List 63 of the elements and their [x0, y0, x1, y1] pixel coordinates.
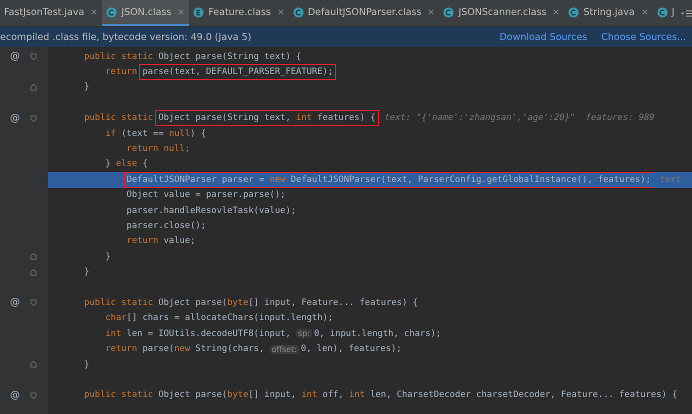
- code-text: return null;: [126, 144, 190, 154]
- code-text: }: [83, 82, 90, 92]
- close-icon[interactable]: [278, 9, 284, 15]
- code-text: public static: [83, 113, 154, 124]
- fold-icon[interactable]: [30, 84, 37, 91]
- fold-icon[interactable]: [30, 392, 37, 399]
- code-text: return parse(new String(chars,: [104, 344, 266, 354]
- notice-text: ecompiled .class file, bytecode version: 49.0 (Java 5): [0, 32, 252, 42]
- override-marker: @: [9, 297, 21, 308]
- code-text: return: [104, 67, 138, 78]
- code-text: if (text == null) {: [104, 128, 206, 139]
- fold-icon[interactable]: [30, 361, 37, 368]
- code-text: }: [83, 360, 90, 370]
- fold-icon[interactable]: [30, 53, 37, 60]
- editor-tab[interactable]: String.java: [564, 0, 653, 26]
- tab-list-icon[interactable]: [680, 8, 692, 18]
- code-text: char[] chars = allocateChars(input.length);: [104, 313, 334, 324]
- file-type-icon: [656, 6, 668, 18]
- code-text: return value;: [126, 236, 196, 246]
- code-text: Object value = parser.parse();: [126, 190, 286, 200]
- override-marker: @: [9, 112, 21, 124]
- code-text: parser.handleResovleTask(value);: [126, 206, 296, 216]
- highlight-box: DefaultJSONParser parser = new DefaultJSONParser(text, ParserConfig.getGlobalInstance(), features);: [126, 174, 651, 185]
- override-marker: @: [9, 51, 21, 62]
- file-type-icon: [292, 6, 304, 18]
- override-marker: @: [9, 390, 21, 401]
- editor-tab[interactable]: Feature.class: [189, 0, 289, 26]
- file-type-icon: [568, 6, 580, 18]
- fold-icon[interactable]: [30, 268, 37, 276]
- highlight-box: Object parse(String text, int features) {: [158, 113, 376, 124]
- close-icon[interactable]: [91, 9, 98, 15]
- code-text: } else {: [104, 159, 148, 170]
- file-type-icon: [443, 6, 454, 18]
- file-type-icon: [193, 6, 204, 18]
- fold-icon[interactable]: [30, 114, 37, 122]
- code-text: 0, len), features);: [300, 344, 402, 354]
- fold-icon[interactable]: [30, 299, 37, 306]
- fold-icon[interactable]: [30, 253, 37, 260]
- editor-tab[interactable]: JSONScanner.class: [439, 0, 564, 26]
- code-text: 0, input.length, chars);: [314, 328, 442, 339]
- banner-link[interactable]: Choose Sources...: [601, 32, 686, 42]
- file-type-icon: [106, 6, 118, 18]
- close-icon[interactable]: [428, 9, 434, 15]
- close-icon[interactable]: [642, 9, 648, 15]
- parameter-hint: offset:: [270, 344, 299, 354]
- code-text: public static Object parse(byte[] input, Feature... features) {: [83, 298, 418, 308]
- editor-tab[interactable]: FastJsonTest.java: [0, 0, 102, 26]
- code-text: int len = IOUtils.decodeUTF8(input,: [104, 328, 292, 339]
- inline-value-hint: text: "{'name':'zhangsan','age':20}" features: 989: [384, 113, 655, 124]
- editor-tab[interactable]: JSON.class: [102, 0, 190, 26]
- code-text: }: [83, 267, 90, 278]
- code-text: }: [104, 252, 111, 262]
- parameter-hint: sp:: [296, 329, 312, 338]
- code-text: parser.close();: [126, 220, 206, 231]
- highlight-box: parse(text, DEFAULT_PARSER_FEATURE);: [142, 67, 334, 78]
- banner-link[interactable]: Download Sources: [499, 32, 588, 42]
- close-icon[interactable]: [178, 9, 184, 15]
- editor-tab[interactable]: DefaultJSONParser.class: [288, 0, 440, 26]
- close-icon[interactable]: [553, 9, 560, 15]
- inline-value-hint: text: [660, 174, 682, 185]
- code-text: public static Object parse(String text) {: [83, 52, 302, 62]
- editor-tab[interactable]: J: [652, 0, 680, 26]
- code-text: public static Object parse(byte[] input, int off, int len, CharsetDecoder charsetDecoder, Feature... features) {: [83, 390, 678, 400]
